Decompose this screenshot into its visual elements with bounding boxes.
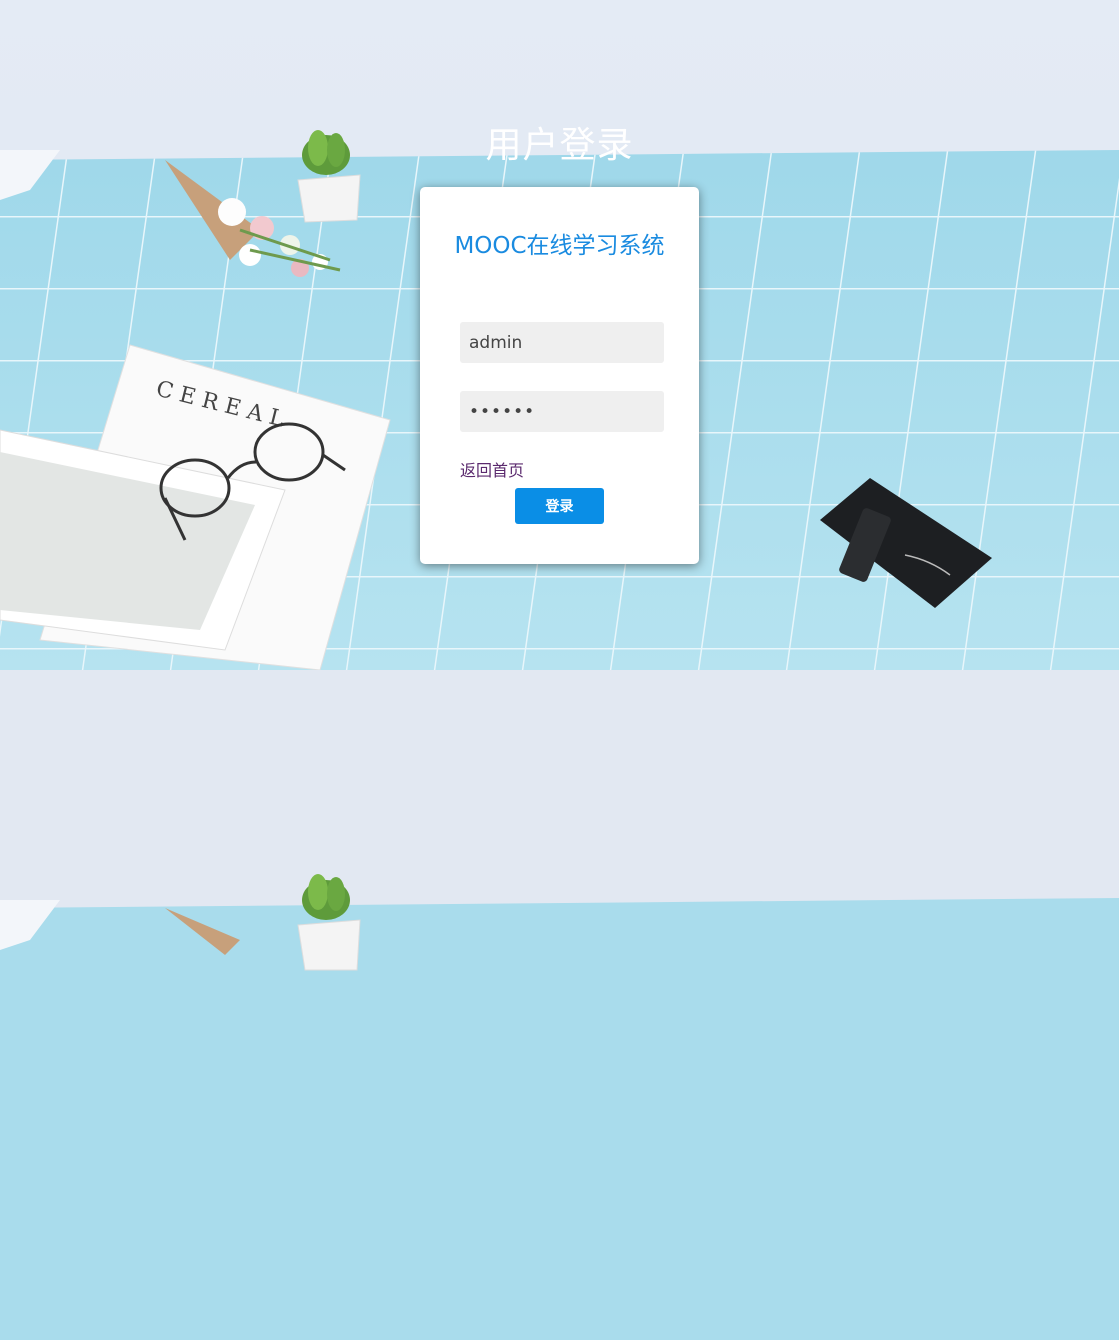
username-input[interactable]: [460, 322, 664, 363]
login-card: MOOC在线学习系统 返回首页 登录: [420, 187, 699, 564]
system-name-heading: MOOC在线学习系统: [454, 233, 665, 259]
login-button[interactable]: 登录: [515, 488, 604, 524]
page-title: 用户登录: [485, 125, 634, 166]
back-to-home-link[interactable]: 返回首页: [460, 457, 524, 481]
background-photo-repeat: [0, 670, 1119, 1340]
password-input[interactable]: [460, 391, 664, 432]
